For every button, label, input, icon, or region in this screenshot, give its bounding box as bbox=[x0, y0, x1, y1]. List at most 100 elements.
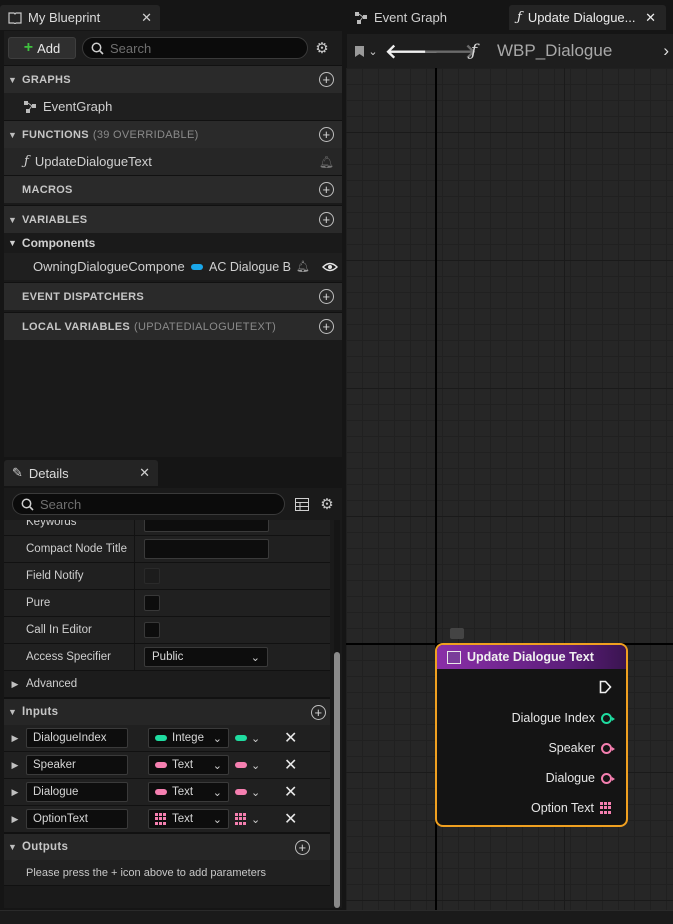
input-type: Text bbox=[172, 759, 194, 771]
section-local-variables[interactable]: LOCAL VARIABLES (UPDATEDIALOGUETEXT) + bbox=[4, 312, 342, 340]
gear-icon[interactable]: ⚙ bbox=[319, 496, 335, 513]
expand-arrow-icon: ▶ bbox=[11, 678, 19, 689]
expand-arrow-icon[interactable]: ▶ bbox=[4, 733, 26, 744]
add-variable-icon[interactable]: + bbox=[319, 212, 334, 227]
input-name-field[interactable]: Speaker bbox=[26, 755, 128, 775]
pin-label: Speaker bbox=[548, 741, 595, 755]
eye-icon[interactable] bbox=[322, 262, 338, 272]
function-item-updatedialoguetext[interactable]: ƒ UpdateDialogueText 🔔︎ bbox=[4, 148, 342, 175]
input-row: ▶ DialogueIndex Intege ⌄ ⌄ ✕ bbox=[4, 725, 330, 752]
variable-item[interactable]: OwningDialogueComponent AC Dialogue B 🔔︎ bbox=[4, 253, 342, 280]
collapse-arrow-icon: ▼ bbox=[8, 842, 18, 852]
node-title: Update Dialogue Text bbox=[467, 650, 594, 664]
chevron-down-icon: ⌄ bbox=[368, 45, 378, 58]
expand-arrow-icon[interactable]: ▶ bbox=[4, 814, 26, 825]
remove-input-icon[interactable]: ✕ bbox=[284, 782, 297, 802]
input-type-selector[interactable]: Text ⌄ bbox=[148, 755, 229, 775]
expand-arrow-icon[interactable]: ▶ bbox=[4, 787, 26, 798]
add-function-icon[interactable]: + bbox=[319, 127, 334, 142]
container-type-selector[interactable]: ⌄ bbox=[235, 759, 260, 772]
prop-call-in-editor: Call In Editor bbox=[4, 617, 330, 644]
input-name-field[interactable]: Dialogue bbox=[26, 782, 128, 802]
section-macros[interactable]: MACROS + bbox=[4, 175, 342, 203]
category-label: Components bbox=[21, 236, 96, 250]
container-type-selector[interactable]: ⌄ bbox=[235, 786, 260, 799]
chevron-down-icon: ⌄ bbox=[251, 813, 261, 826]
section-variables[interactable]: ▼ VARIABLES + bbox=[4, 205, 342, 233]
node-pin-speaker[interactable]: Speaker bbox=[548, 741, 615, 755]
tab-details[interactable]: ✎ Details ✕ bbox=[4, 460, 158, 486]
compact-node-title-input[interactable] bbox=[144, 539, 269, 559]
add-button[interactable]: + Add bbox=[8, 37, 76, 59]
prop-advanced[interactable]: ▶ Advanced bbox=[4, 671, 330, 698]
divider bbox=[134, 520, 135, 535]
back-arrow-icon[interactable]: 🡐 bbox=[385, 39, 439, 64]
category-components[interactable]: ▼ Components bbox=[4, 233, 342, 253]
search-input[interactable]: Search bbox=[82, 37, 308, 59]
forward-arrow-icon[interactable]: 🡒 bbox=[423, 39, 477, 64]
tab-my-blueprint[interactable]: My Blueprint ✕ bbox=[0, 5, 160, 30]
section-inputs[interactable]: ▼ Inputs + bbox=[4, 698, 330, 725]
section-graphs[interactable]: ▼ GRAPHS + bbox=[4, 65, 342, 93]
single-pill-icon bbox=[235, 762, 247, 768]
section-title: VARIABLES bbox=[22, 213, 88, 226]
prop-label: Pure bbox=[26, 597, 51, 609]
field-notify-checkbox[interactable] bbox=[144, 568, 160, 584]
tab-label: Event Graph bbox=[374, 10, 447, 25]
tab-event-graph[interactable]: Event Graph bbox=[347, 5, 455, 30]
bell-icon[interactable]: 🔔︎ bbox=[319, 155, 334, 169]
section-outputs[interactable]: ▼ Outputs + bbox=[4, 833, 330, 860]
remove-input-icon[interactable]: ✕ bbox=[284, 809, 297, 829]
function-entry-node[interactable]: Update Dialogue Text Dialogue Index Spea… bbox=[435, 643, 628, 827]
breadcrumb[interactable]: WBP_Dialogue bbox=[497, 41, 612, 61]
close-icon[interactable]: ✕ bbox=[141, 10, 152, 26]
call-in-editor-checkbox[interactable] bbox=[144, 622, 160, 638]
bell-icon[interactable]: 🔔︎ bbox=[296, 260, 310, 273]
details-search-input[interactable]: Search bbox=[12, 493, 285, 515]
access-specifier-dropdown[interactable]: Public ⌄ bbox=[144, 647, 268, 667]
pure-checkbox[interactable] bbox=[144, 595, 160, 611]
remove-input-icon[interactable]: ✕ bbox=[284, 728, 297, 748]
add-graph-icon[interactable]: + bbox=[319, 72, 334, 87]
keywords-input[interactable] bbox=[144, 520, 269, 532]
section-functions[interactable]: ▼ FUNCTIONS (39 OVERRIDABLE) + bbox=[4, 120, 342, 148]
prop-label: Call In Editor bbox=[26, 624, 92, 636]
my-blueprint-toolbar: + Add Search ⚙ bbox=[4, 31, 342, 65]
add-dispatcher-icon[interactable]: + bbox=[319, 289, 334, 304]
container-type-selector[interactable]: ⌄ bbox=[235, 813, 260, 826]
tab-update-dialogue-text[interactable]: ƒ Update Dialogue... ✕ bbox=[509, 5, 666, 30]
input-type-selector[interactable]: Intege ⌄ bbox=[148, 728, 229, 748]
section-event-dispatchers[interactable]: EVENT DISPATCHERS + bbox=[4, 282, 342, 310]
table-view-icon[interactable] bbox=[295, 497, 309, 511]
input-type-selector[interactable]: Text ⌄ bbox=[148, 809, 229, 829]
node-pin-dialogue[interactable]: Dialogue bbox=[546, 771, 615, 785]
chevron-down-icon: ⌄ bbox=[251, 759, 261, 772]
remove-input-icon[interactable]: ✕ bbox=[284, 755, 297, 775]
add-local-variable-icon[interactable]: + bbox=[319, 319, 334, 334]
chevron-right-icon[interactable]: › bbox=[663, 41, 669, 61]
comment-bubble-icon[interactable] bbox=[450, 628, 464, 639]
add-macro-icon[interactable]: + bbox=[319, 182, 334, 197]
input-name-field[interactable]: OptionText bbox=[26, 809, 128, 829]
exec-pin-icon[interactable] bbox=[599, 680, 612, 694]
close-icon[interactable]: ✕ bbox=[139, 465, 150, 481]
graph-item-eventgraph[interactable]: EventGraph bbox=[4, 93, 342, 120]
input-type-selector[interactable]: Text ⌄ bbox=[148, 782, 229, 802]
input-row: ▶ Dialogue Text ⌄ ⌄ ✕ bbox=[4, 779, 330, 806]
collapse-arrow-icon: ▼ bbox=[8, 129, 18, 140]
close-icon[interactable]: ✕ bbox=[645, 10, 656, 26]
scrollbar-thumb[interactable] bbox=[334, 652, 340, 908]
input-name-field[interactable]: DialogueIndex bbox=[26, 728, 128, 748]
prop-compact-node-title: Compact Node Title bbox=[4, 536, 330, 563]
expand-arrow-icon[interactable]: ▶ bbox=[4, 760, 26, 771]
input-type: Text bbox=[172, 813, 194, 825]
bookmark-button[interactable]: ⌄ bbox=[347, 45, 385, 58]
outputs-hint: Please press the + icon above to add par… bbox=[26, 866, 267, 879]
node-pin-dialogue-index[interactable]: Dialogue Index bbox=[512, 711, 615, 725]
add-input-icon[interactable]: + bbox=[311, 705, 326, 720]
add-output-icon[interactable]: + bbox=[295, 840, 310, 855]
container-type-selector[interactable]: ⌄ bbox=[235, 732, 260, 745]
gear-icon[interactable]: ⚙ bbox=[314, 40, 330, 57]
node-pin-option-text[interactable]: Option Text bbox=[531, 801, 612, 815]
node-header[interactable]: Update Dialogue Text bbox=[437, 645, 626, 669]
